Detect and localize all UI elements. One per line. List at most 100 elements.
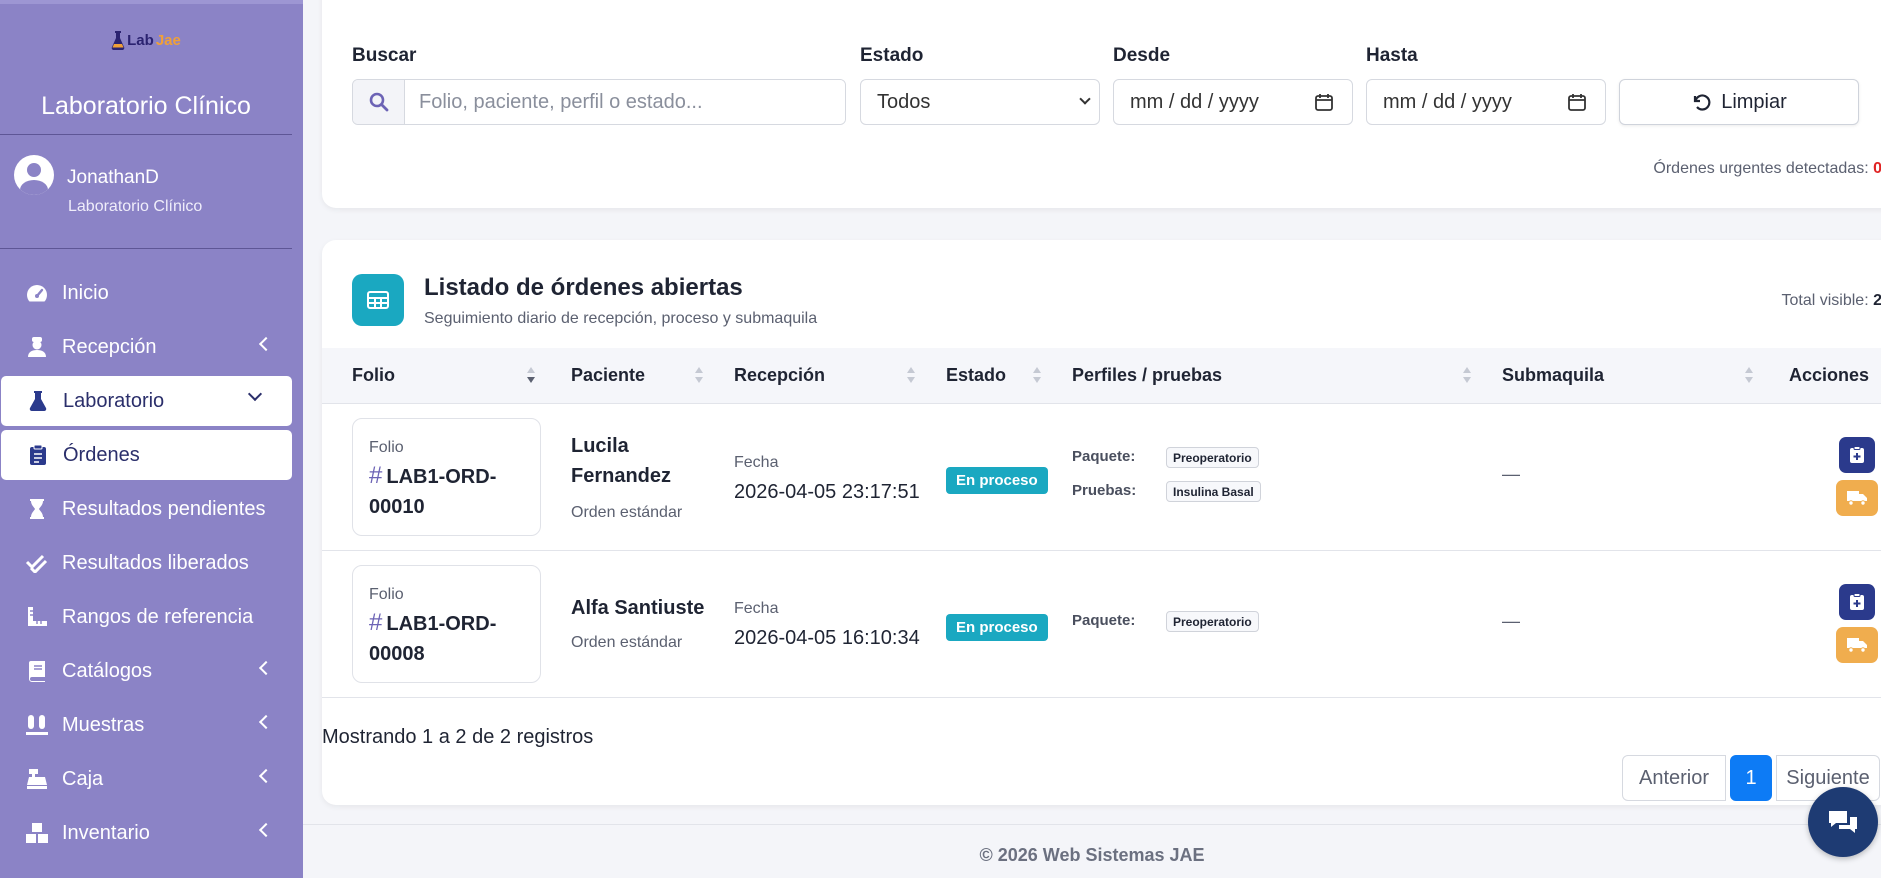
folio-value: # LAB1-ORD-00008 [369, 608, 529, 669]
double-check-icon [24, 552, 50, 574]
sidebar-divider [0, 134, 292, 135]
sort-icon[interactable] [906, 366, 916, 386]
reception-date: 2026-04-05 16:10:34 [734, 627, 920, 649]
chevron-left-icon [258, 714, 274, 730]
sidebar-item-label: Laboratorio [63, 389, 165, 412]
column-header-estado[interactable]: Estado [946, 365, 1006, 386]
column-header-submaquila[interactable]: Submaquila [1502, 365, 1604, 386]
status-select[interactable]: Todos [860, 79, 1100, 125]
column-header-recepcion[interactable]: Recepción [734, 365, 825, 386]
column-header-acciones: Acciones [1789, 365, 1870, 385]
chevron-left-icon [258, 768, 274, 784]
chevron-left-icon [258, 660, 274, 676]
calendar-icon[interactable] [1567, 92, 1587, 112]
sidebar-item-inicio[interactable]: Inicio [0, 268, 303, 318]
sidebar-item-label: Resultados liberados [62, 551, 249, 574]
logo-text-lab: Lab [127, 31, 154, 49]
logo-text-jae: Jae [155, 31, 181, 49]
to-date-input[interactable]: mm / dd / yyyy [1366, 79, 1606, 125]
order-type: Orden estándar [571, 504, 683, 521]
view-order-button[interactable] [1839, 584, 1875, 620]
sidebar-item-label: Resultados pendientes [62, 497, 266, 520]
pagination-previous[interactable]: Anterior [1622, 755, 1726, 801]
sidebar-item-resultados-liberados[interactable]: Resultados liberados [0, 538, 303, 588]
sidebar-item-label: Recepción [62, 335, 157, 358]
sidebar-item-recepcion[interactable]: Recepción [0, 322, 303, 372]
sidebar: Lab Jae Laboratorio Clínico JonathanD Lab… [0, 0, 303, 878]
sidebar-item-muestras[interactable]: Muestras [0, 700, 303, 750]
search-label: Buscar [352, 45, 417, 66]
sort-icon[interactable] [1032, 366, 1042, 386]
sort-icon[interactable] [694, 366, 704, 386]
folio-text: LAB1-ORD-00008 [369, 613, 497, 665]
records-summary: Mostrando 1 a 2 de 2 registros [322, 726, 594, 748]
clear-filters-button[interactable]: Limpiar [1619, 79, 1859, 125]
column-header-perfiles[interactable]: Perfiles / pruebas [1072, 365, 1222, 386]
clipboard-list-icon [25, 444, 51, 466]
from-date-value: mm / dd / yyyy [1130, 90, 1259, 113]
urgent-orders-count: Órdenes urgentes detectadas: 0 [1653, 160, 1881, 178]
user-role: Laboratorio Clínico [68, 198, 203, 215]
view-order-button[interactable] [1839, 437, 1875, 473]
submaquila-value: — [1502, 464, 1520, 484]
user-name: JonathanD [67, 167, 159, 188]
sort-icon[interactable] [1744, 366, 1754, 386]
footer-divider [303, 824, 1881, 825]
list-subtitle: Seguimiento diario de recepción, proceso… [424, 310, 818, 327]
sidebar-item-catalogos[interactable]: Catálogos [0, 646, 303, 696]
from-date-input[interactable]: mm / dd / yyyy [1113, 79, 1353, 125]
sidebar-item-rangos-referencia[interactable]: Rangos de referencia [0, 592, 303, 642]
calendar-icon[interactable] [1314, 92, 1334, 112]
hourglass-icon [24, 498, 50, 520]
pagination-page-1[interactable]: 1 [1730, 755, 1772, 801]
sidebar-item-inventario[interactable]: Inventario [0, 808, 303, 858]
reception-date: 2026-04-05 23:17:51 [734, 481, 920, 503]
comments-icon [1829, 811, 1857, 833]
user-nurse-icon [24, 336, 50, 358]
to-date-label: Hasta [1366, 45, 1418, 66]
sidebar-item-laboratorio[interactable]: Laboratorio [1, 376, 292, 426]
from-date-label: Desde [1113, 45, 1171, 66]
chevron-down-icon [247, 386, 263, 402]
package-label: Paquete: [1072, 612, 1136, 629]
brand-logo[interactable]: Lab Jae [0, 30, 292, 55]
sidebar-item-resultados-pendientes[interactable]: Resultados pendientes [0, 484, 303, 534]
boxes-icon [24, 822, 50, 844]
sidebar-item-ordenes[interactable]: Órdenes [1, 430, 292, 480]
chevron-left-icon [258, 336, 274, 352]
reception-date-label: Fecha [734, 600, 779, 617]
status-label: Estado [860, 45, 924, 66]
search-input[interactable] [405, 80, 845, 124]
sort-icon[interactable] [1462, 366, 1472, 386]
sidebar-item-label: Catálogos [62, 659, 153, 682]
main-content: Buscar Estado Todos Desde mm / dd / yyyy… [303, 0, 1881, 878]
submaquila-button[interactable] [1836, 627, 1878, 663]
table-header: Folio Paciente Recepción Estado Perfiles… [322, 348, 1881, 404]
flask-icon [25, 390, 51, 412]
truck-icon [1847, 638, 1867, 653]
reception-date-label: Fecha [734, 454, 779, 471]
search-icon [353, 80, 405, 124]
sidebar-item-caja[interactable]: Caja [0, 754, 303, 804]
chat-button[interactable] [1808, 787, 1878, 857]
column-header-paciente[interactable]: Paciente [571, 365, 645, 386]
brand-title: Laboratorio Clínico [41, 92, 251, 120]
column-header-folio[interactable]: Folio [352, 365, 395, 386]
chevron-down-icon [1079, 93, 1091, 105]
status-badge: En proceso [946, 467, 1048, 494]
table-icon [352, 274, 404, 326]
hashtag-icon: # [369, 609, 383, 636]
folio-label: Folio [369, 586, 404, 603]
sort-icon[interactable] [526, 366, 536, 386]
submaquila-value: — [1502, 611, 1520, 631]
folio-label: Folio [369, 439, 404, 456]
sidebar-item-label: Órdenes [63, 443, 140, 466]
hashtag-icon: # [369, 462, 383, 489]
search-group [352, 79, 846, 125]
total-visible-value: 2 [1873, 292, 1881, 309]
package-chip: Preoperatorio [1166, 611, 1259, 632]
sidebar-item-label: Rangos de referencia [62, 605, 254, 628]
submaquila-button[interactable] [1836, 480, 1878, 516]
total-visible: Total visible: 2 [1781, 292, 1881, 310]
flask-logo-icon [111, 31, 125, 50]
